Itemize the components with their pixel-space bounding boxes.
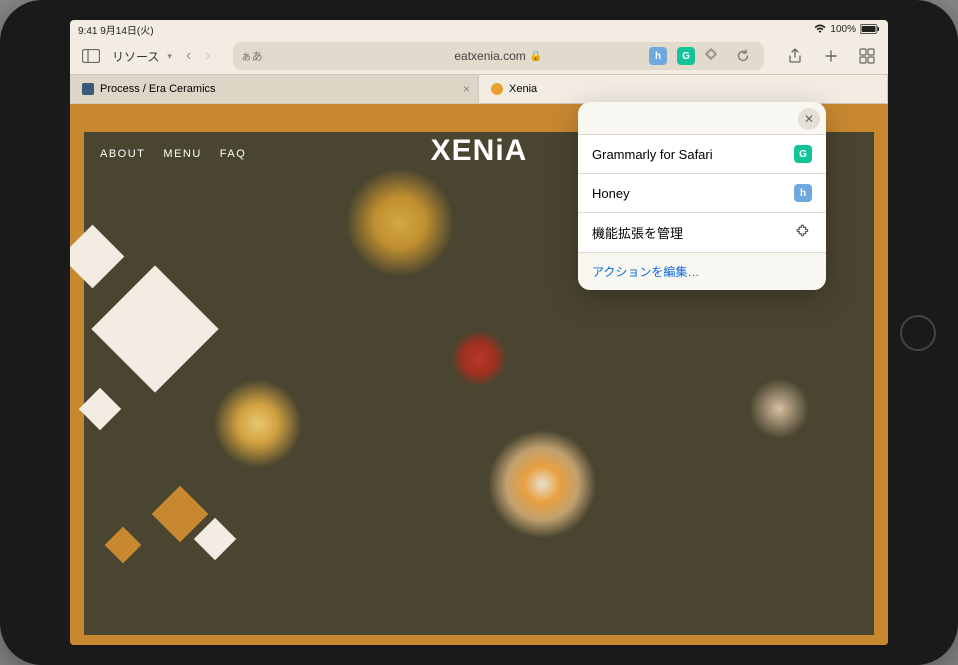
back-button[interactable]: ‹ xyxy=(182,47,195,65)
sidebar-button[interactable] xyxy=(78,43,104,69)
tab-bar: Process / Era Ceramics × Xenia xyxy=(70,74,888,104)
popover-item-label: 機能拡張を管理 xyxy=(592,223,683,242)
extensions-button[interactable] xyxy=(705,47,720,65)
new-tab-button[interactable] xyxy=(818,43,844,69)
reload-button[interactable] xyxy=(730,43,756,69)
edit-actions-link[interactable]: アクションを編集… xyxy=(578,253,826,290)
puzzle-icon xyxy=(796,223,812,242)
status-time: 9:41 xyxy=(78,26,97,37)
tab-close-button[interactable]: × xyxy=(463,82,470,96)
honey-extension-icon[interactable]: h xyxy=(649,47,667,65)
ipad-device-frame: 9:41 9月14日(火) 100% リソース ▾ ‹ xyxy=(0,0,958,665)
chevron-down-icon: ▾ xyxy=(167,51,172,62)
popover-item-label: Grammarly for Safari xyxy=(592,147,713,162)
tab-xenia[interactable]: Xenia xyxy=(479,75,888,103)
tab-title: Xenia xyxy=(509,83,537,95)
battery-percent: 100% xyxy=(830,24,856,35)
tab-era-ceramics[interactable]: Process / Era Ceramics × xyxy=(70,75,479,103)
popover-item-grammarly[interactable]: Grammarly for Safari G xyxy=(578,135,826,174)
battery-icon xyxy=(860,24,880,34)
honey-icon: h xyxy=(794,184,812,202)
tab-title: Process / Era Ceramics xyxy=(100,83,216,95)
lock-icon: 🔒 xyxy=(530,51,542,62)
site-nav: ABOUT MENU FAQ xyxy=(100,148,246,160)
status-right: 100% xyxy=(814,24,880,35)
status-left: 9:41 9月14日(火) xyxy=(78,22,154,37)
tab-favicon-era xyxy=(82,83,94,95)
popover-item-label: Honey xyxy=(592,186,630,201)
extensions-popover: ✕ Grammarly for Safari G Honey h 機能拡張を管理 xyxy=(578,102,826,290)
resource-button[interactable]: リソース xyxy=(112,48,159,65)
tab-favicon-xenia xyxy=(491,83,503,95)
status-bar: 9:41 9月14日(火) 100% xyxy=(70,20,888,38)
site-logo[interactable]: XENiA xyxy=(431,134,528,168)
browser-toolbar: リソース ▾ ‹ › ぁあ eatxenia.com 🔒 h G xyxy=(70,38,888,74)
tab-overview-button[interactable] xyxy=(854,43,880,69)
grammarly-icon: G xyxy=(794,145,812,163)
popover-close-button[interactable]: ✕ xyxy=(798,108,820,130)
url-text: eatxenia.com xyxy=(454,49,525,63)
popover-item-honey[interactable]: Honey h xyxy=(578,174,826,213)
text-size-button[interactable]: ぁあ xyxy=(241,48,263,64)
nav-menu[interactable]: MENU xyxy=(163,148,201,160)
grammarly-extension-icon[interactable]: G xyxy=(677,47,695,65)
popover-item-manage-extensions[interactable]: 機能拡張を管理 xyxy=(578,213,826,253)
screen: 9:41 9月14日(火) 100% リソース ▾ ‹ xyxy=(70,20,888,645)
forward-button: › xyxy=(201,47,214,65)
wifi-icon xyxy=(814,24,826,34)
address-bar[interactable]: ぁあ eatxenia.com 🔒 h G xyxy=(233,42,764,70)
nav-faq[interactable]: FAQ xyxy=(220,148,247,160)
home-button[interactable] xyxy=(900,315,936,351)
status-date: 9月14日(火) xyxy=(100,26,153,37)
share-button[interactable] xyxy=(782,43,808,69)
nav-about[interactable]: ABOUT xyxy=(100,148,145,160)
